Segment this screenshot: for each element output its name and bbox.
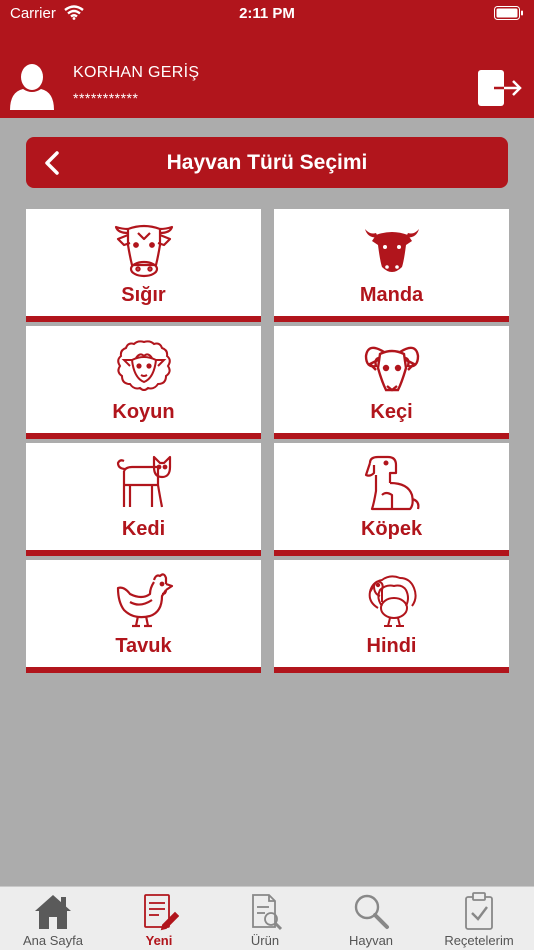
animal-tile-kedi[interactable]: Kedi: [26, 443, 261, 556]
buffalo-icon: [364, 229, 419, 272]
animal-label: Manda: [359, 284, 424, 306]
new-document-icon: [144, 894, 179, 931]
sheep-icon: [116, 340, 171, 391]
clipboard-check-icon: [465, 892, 493, 930]
animal-label: Hindi: [366, 635, 417, 657]
home-icon: [35, 895, 71, 929]
tab-ana-sayfa[interactable]: Ana Sayfa: [0, 887, 106, 950]
goat-icon: [364, 346, 419, 392]
tab-label: Yeni: [145, 933, 173, 948]
animal-tile-hindi[interactable]: Hindi: [274, 560, 509, 673]
tab-hayvan[interactable]: Hayvan: [318, 887, 424, 950]
tab-label: Ana Sayfa: [23, 933, 83, 948]
animal-label: Koyun: [112, 401, 175, 423]
page-title: Hayvan Türü Seçimi: [166, 151, 368, 174]
tab-bar: Ana Sayfa Yeni Ürün Hayvan Reçetelerim: [0, 886, 534, 950]
logout-icon[interactable]: [478, 68, 522, 108]
animal-label: Köpek: [360, 518, 423, 540]
tab-yeni[interactable]: Yeni: [106, 887, 212, 950]
user-avatar-icon: [10, 64, 54, 110]
tab-label: Hayvan: [348, 933, 394, 948]
cow-icon: [114, 224, 173, 278]
battery-icon: [494, 6, 523, 20]
tab-label: Reçetelerim: [444, 933, 514, 948]
user-name: KORHAN GERİŞ: [73, 64, 200, 81]
animal-tile-manda[interactable]: Manda: [274, 209, 509, 322]
animal-tile-koyun[interactable]: Koyun: [26, 326, 261, 439]
animal-tile-keci[interactable]: Keçi: [274, 326, 509, 439]
animal-label: Tavuk: [115, 635, 172, 657]
animal-tile-tavuk[interactable]: Tavuk: [26, 560, 261, 673]
title-bar: Hayvan Türü Seçimi: [26, 137, 508, 188]
tab-urun[interactable]: Ürün: [212, 887, 318, 950]
animal-label: Sığır: [121, 284, 166, 306]
turkey-icon: [368, 575, 417, 627]
tab-label: Ürün: [250, 933, 280, 948]
animal-label: Keçi: [370, 401, 413, 423]
chicken-icon: [116, 573, 173, 628]
magnifier-icon: [354, 894, 389, 929]
dog-icon: [364, 455, 419, 511]
status-time: 2:11 PM: [239, 5, 295, 22]
password-mask: ***********: [73, 90, 139, 106]
user-header: KORHAN GERİŞ ***********: [0, 30, 534, 118]
tab-recetelerim[interactable]: Reçetelerim: [424, 887, 534, 950]
cat-icon: [116, 455, 171, 508]
animal-tile-kopek[interactable]: Köpek: [274, 443, 509, 556]
product-search-icon: [252, 894, 283, 931]
animal-tile-sigir[interactable]: Sığır: [26, 209, 261, 322]
animal-label: Kedi: [121, 518, 166, 540]
status-bar: Carrier 2:11 PM: [0, 0, 534, 30]
